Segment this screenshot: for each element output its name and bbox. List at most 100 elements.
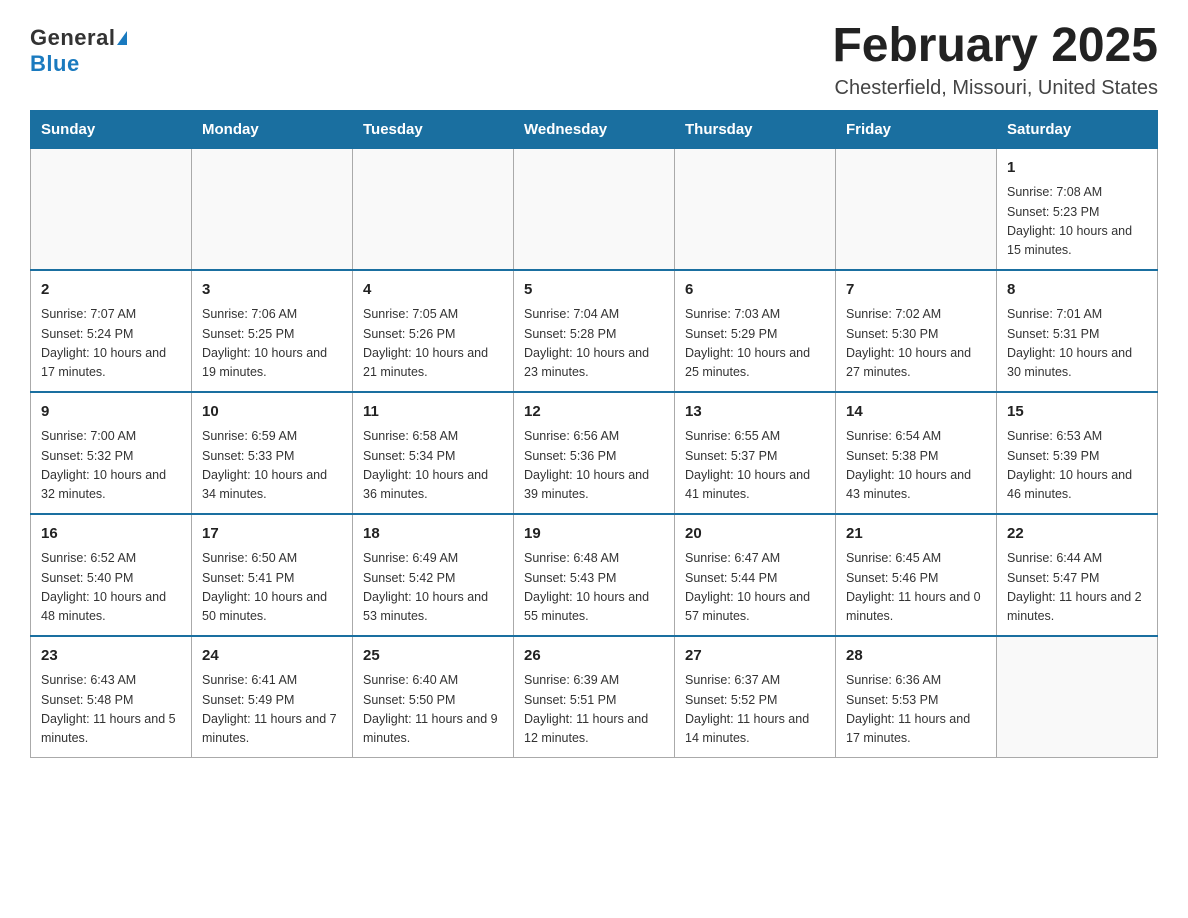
calendar-cell: 6 Sunrise: 7:03 AMSunset: 5:29 PMDaylight… xyxy=(675,270,836,392)
page-header: General Blue February 2025 Chesterfield,… xyxy=(30,20,1158,100)
day-info: Sunrise: 6:59 AMSunset: 5:33 PMDaylight:… xyxy=(202,427,342,505)
calendar-cell: 15 Sunrise: 6:53 AMSunset: 5:39 PMDayligh… xyxy=(997,392,1158,514)
day-info: Sunrise: 7:02 AMSunset: 5:30 PMDaylight:… xyxy=(846,305,986,383)
day-info: Sunrise: 6:39 AMSunset: 5:51 PMDaylight:… xyxy=(524,671,664,749)
calendar-cell: 7 Sunrise: 7:02 AMSunset: 5:30 PMDaylight… xyxy=(836,270,997,392)
calendar-cell: 11 Sunrise: 6:58 AMSunset: 5:34 PMDayligh… xyxy=(353,392,514,514)
day-info: Sunrise: 6:49 AMSunset: 5:42 PMDaylight:… xyxy=(363,549,503,627)
day-number: 7 xyxy=(846,279,986,302)
day-info: Sunrise: 6:52 AMSunset: 5:40 PMDaylight:… xyxy=(41,549,181,627)
day-info: Sunrise: 7:00 AMSunset: 5:32 PMDaylight:… xyxy=(41,427,181,505)
day-number: 19 xyxy=(524,523,664,546)
day-number: 5 xyxy=(524,279,664,302)
calendar-cell: 25 Sunrise: 6:40 AMSunset: 5:50 PMDayligh… xyxy=(353,636,514,758)
day-info: Sunrise: 6:41 AMSunset: 5:49 PMDaylight:… xyxy=(202,671,342,749)
logo: General Blue xyxy=(30,20,127,77)
calendar-cell: 20 Sunrise: 6:47 AMSunset: 5:44 PMDayligh… xyxy=(675,514,836,636)
day-info: Sunrise: 7:01 AMSunset: 5:31 PMDaylight:… xyxy=(1007,305,1147,383)
day-info: Sunrise: 6:48 AMSunset: 5:43 PMDaylight:… xyxy=(524,549,664,627)
calendar-cell: 21 Sunrise: 6:45 AMSunset: 5:46 PMDayligh… xyxy=(836,514,997,636)
calendar-cell: 8 Sunrise: 7:01 AMSunset: 5:31 PMDaylight… xyxy=(997,270,1158,392)
title-section: February 2025 Chesterfield, Missouri, Un… xyxy=(832,20,1158,100)
day-info: Sunrise: 6:36 AMSunset: 5:53 PMDaylight:… xyxy=(846,671,986,749)
calendar-cell: 22 Sunrise: 6:44 AMSunset: 5:47 PMDayligh… xyxy=(997,514,1158,636)
day-number: 24 xyxy=(202,645,342,668)
day-info: Sunrise: 6:37 AMSunset: 5:52 PMDaylight:… xyxy=(685,671,825,749)
calendar-cell xyxy=(836,148,997,270)
logo-blue: Blue xyxy=(30,51,80,77)
calendar-cell: 17 Sunrise: 6:50 AMSunset: 5:41 PMDayligh… xyxy=(192,514,353,636)
calendar-week-row: 1 Sunrise: 7:08 AMSunset: 5:23 PMDaylight… xyxy=(31,148,1158,270)
calendar-cell: 27 Sunrise: 6:37 AMSunset: 5:52 PMDayligh… xyxy=(675,636,836,758)
calendar-cell: 28Sunrise: 6:36 AMSunset: 5:53 PMDayligh… xyxy=(836,636,997,758)
month-title: February 2025 xyxy=(832,20,1158,73)
day-number: 4 xyxy=(363,279,503,302)
day-number: 22 xyxy=(1007,523,1147,546)
column-header-thursday: Thursday xyxy=(675,110,836,148)
column-header-wednesday: Wednesday xyxy=(514,110,675,148)
day-info: Sunrise: 6:47 AMSunset: 5:44 PMDaylight:… xyxy=(685,549,825,627)
day-number: 13 xyxy=(685,401,825,424)
column-header-saturday: Saturday xyxy=(997,110,1158,148)
calendar-cell: 23 Sunrise: 6:43 AMSunset: 5:48 PMDayligh… xyxy=(31,636,192,758)
day-info: Sunrise: 7:08 AMSunset: 5:23 PMDaylight:… xyxy=(1007,183,1147,261)
logo-general: General xyxy=(30,25,115,51)
calendar-cell: 16 Sunrise: 6:52 AMSunset: 5:40 PMDayligh… xyxy=(31,514,192,636)
day-info: Sunrise: 6:56 AMSunset: 5:36 PMDaylight:… xyxy=(524,427,664,505)
day-info: Sunrise: 6:40 AMSunset: 5:50 PMDaylight:… xyxy=(363,671,503,749)
calendar-cell: 10 Sunrise: 6:59 AMSunset: 5:33 PMDayligh… xyxy=(192,392,353,514)
column-header-sunday: Sunday xyxy=(31,110,192,148)
day-number: 2 xyxy=(41,279,181,302)
day-number: 17 xyxy=(202,523,342,546)
day-info: Sunrise: 6:44 AMSunset: 5:47 PMDaylight:… xyxy=(1007,549,1147,627)
column-header-monday: Monday xyxy=(192,110,353,148)
calendar-cell: 24 Sunrise: 6:41 AMSunset: 5:49 PMDayligh… xyxy=(192,636,353,758)
day-number: 21 xyxy=(846,523,986,546)
day-number: 10 xyxy=(202,401,342,424)
logo-triangle-icon xyxy=(117,31,127,45)
day-number: 16 xyxy=(41,523,181,546)
calendar-cell: 4 Sunrise: 7:05 AMSunset: 5:26 PMDaylight… xyxy=(353,270,514,392)
calendar-table: SundayMondayTuesdayWednesdayThursdayFrid… xyxy=(30,110,1158,758)
day-number: 25 xyxy=(363,645,503,668)
day-number: 9 xyxy=(41,401,181,424)
calendar-cell xyxy=(353,148,514,270)
day-info: Sunrise: 6:43 AMSunset: 5:48 PMDaylight:… xyxy=(41,671,181,749)
day-info: Sunrise: 7:03 AMSunset: 5:29 PMDaylight:… xyxy=(685,305,825,383)
calendar-cell: 9 Sunrise: 7:00 AMSunset: 5:32 PMDaylight… xyxy=(31,392,192,514)
calendar-cell: 14Sunrise: 6:54 AMSunset: 5:38 PMDayligh… xyxy=(836,392,997,514)
column-header-friday: Friday xyxy=(836,110,997,148)
day-number: 11 xyxy=(363,401,503,424)
day-number: 15 xyxy=(1007,401,1147,424)
calendar-cell xyxy=(675,148,836,270)
calendar-cell xyxy=(192,148,353,270)
day-number: 12 xyxy=(524,401,664,424)
calendar-week-row: 16 Sunrise: 6:52 AMSunset: 5:40 PMDayligh… xyxy=(31,514,1158,636)
calendar-header-row: SundayMondayTuesdayWednesdayThursdayFrid… xyxy=(31,110,1158,148)
calendar-cell: 12 Sunrise: 6:56 AMSunset: 5:36 PMDayligh… xyxy=(514,392,675,514)
day-info: Sunrise: 6:50 AMSunset: 5:41 PMDaylight:… xyxy=(202,549,342,627)
day-number: 27 xyxy=(685,645,825,668)
day-info: Sunrise: 6:54 AMSunset: 5:38 PMDaylight:… xyxy=(846,427,986,505)
calendar-cell: 2 Sunrise: 7:07 AMSunset: 5:24 PMDaylight… xyxy=(31,270,192,392)
day-info: Sunrise: 7:04 AMSunset: 5:28 PMDaylight:… xyxy=(524,305,664,383)
day-number: 8 xyxy=(1007,279,1147,302)
day-number: 26 xyxy=(524,645,664,668)
day-number: 18 xyxy=(363,523,503,546)
calendar-cell xyxy=(514,148,675,270)
calendar-week-row: 9 Sunrise: 7:00 AMSunset: 5:32 PMDaylight… xyxy=(31,392,1158,514)
calendar-cell xyxy=(997,636,1158,758)
day-number: 1 xyxy=(1007,157,1147,180)
day-info: Sunrise: 7:07 AMSunset: 5:24 PMDaylight:… xyxy=(41,305,181,383)
calendar-week-row: 2 Sunrise: 7:07 AMSunset: 5:24 PMDaylight… xyxy=(31,270,1158,392)
day-number: 20 xyxy=(685,523,825,546)
day-info: Sunrise: 7:05 AMSunset: 5:26 PMDaylight:… xyxy=(363,305,503,383)
day-number: 6 xyxy=(685,279,825,302)
day-info: Sunrise: 6:58 AMSunset: 5:34 PMDaylight:… xyxy=(363,427,503,505)
day-number: 23 xyxy=(41,645,181,668)
calendar-cell: 19 Sunrise: 6:48 AMSunset: 5:43 PMDayligh… xyxy=(514,514,675,636)
day-info: Sunrise: 6:45 AMSunset: 5:46 PMDaylight:… xyxy=(846,549,986,627)
day-info: Sunrise: 7:06 AMSunset: 5:25 PMDaylight:… xyxy=(202,305,342,383)
calendar-cell: 26 Sunrise: 6:39 AMSunset: 5:51 PMDayligh… xyxy=(514,636,675,758)
day-info: Sunrise: 6:53 AMSunset: 5:39 PMDaylight:… xyxy=(1007,427,1147,505)
